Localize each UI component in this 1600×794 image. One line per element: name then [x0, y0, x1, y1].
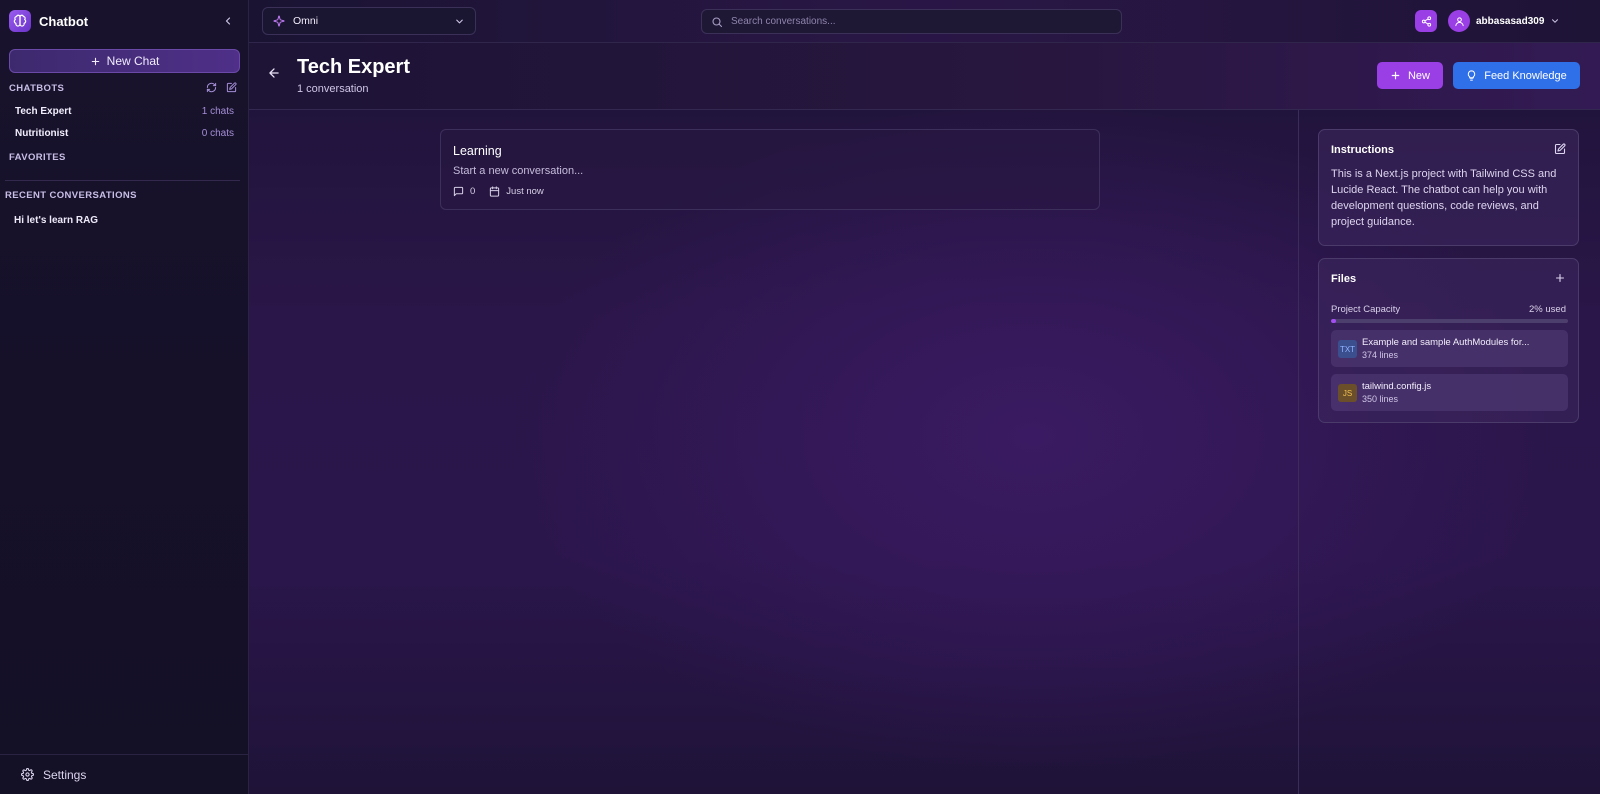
sparkles-icon: [273, 15, 285, 27]
js-file-icon: JS: [1338, 384, 1357, 402]
new-chat-button[interactable]: New Chat: [9, 49, 240, 73]
search-bar: [701, 9, 1122, 34]
feed-knowledge-button[interactable]: Feed Knowledge: [1453, 62, 1580, 89]
message-icon: [453, 186, 464, 197]
new-chat-label: New Chat: [106, 54, 160, 68]
topbar: Omni abbasasad309: [249, 0, 1600, 43]
chatbot-item-tech-expert[interactable]: Tech Expert 1 chats: [9, 102, 240, 120]
sidebar-header: Chatbot: [0, 0, 248, 42]
files-panel: Files Project Capacity 2% used TXT Examp…: [1318, 258, 1579, 423]
sidebar: Chatbot New Chat CHATBOTS Tech Expert 1 …: [0, 0, 249, 794]
model-select[interactable]: Omni: [262, 7, 476, 35]
chatbot-name: Tech Expert: [15, 105, 72, 117]
avatar: [1448, 10, 1470, 32]
instructions-panel: Instructions This is a Next.js project w…: [1318, 129, 1579, 246]
file-name: tailwind.config.js: [1362, 381, 1432, 392]
conversation-card[interactable]: Learning Start a new conversation... 0 J…: [440, 129, 1100, 210]
share-button[interactable]: [1415, 10, 1437, 32]
favorites-section-label: FAVORITES: [9, 152, 66, 163]
capacity-label: Project Capacity: [1331, 304, 1401, 315]
add-file-icon[interactable]: [1554, 272, 1566, 284]
conversation-count: 1 conversation: [297, 83, 369, 95]
plus-icon: [90, 56, 101, 67]
instructions-title: Instructions: [1331, 144, 1394, 156]
new-conversation-button[interactable]: New: [1377, 62, 1443, 89]
chevron-down-icon: [454, 16, 465, 27]
calendar-icon: [489, 186, 500, 197]
conversation-preview: Start a new conversation...: [453, 165, 584, 177]
chatbot-name: Nutritionist: [15, 127, 69, 139]
username: abbasasad309: [1476, 15, 1545, 27]
instructions-text: This is a Next.js project with Tailwind …: [1331, 168, 1557, 228]
edit-instructions-icon[interactable]: [1554, 143, 1566, 155]
file-lines: 374 lines: [1362, 350, 1399, 360]
file-lines: 350 lines: [1362, 394, 1399, 404]
capacity-bar: [1331, 319, 1568, 323]
settings-button[interactable]: Settings: [0, 754, 249, 794]
chatbots-section-label: CHATBOTS: [9, 83, 65, 94]
settings-label: Settings: [43, 767, 87, 782]
feed-knowledge-label: Feed Knowledge: [1484, 69, 1567, 82]
file-item[interactable]: JS tailwind.config.js 350 lines: [1331, 374, 1568, 411]
chevron-down-icon: [1550, 16, 1560, 26]
sidebar-divider: [5, 180, 240, 181]
edit-icon[interactable]: [226, 82, 237, 93]
refresh-icon[interactable]: [206, 82, 217, 93]
user-icon: [1454, 16, 1464, 26]
search-icon: [711, 16, 723, 28]
message-count: 0: [470, 186, 476, 197]
page-header: Tech Expert 1 conversation New Feed Know…: [249, 43, 1600, 110]
recent-conversation-item[interactable]: Hi let's learn RAG: [14, 215, 98, 226]
chatbot-chat-count: 1 chats: [201, 105, 234, 117]
file-item[interactable]: TXT Example and sample AuthModules for..…: [1331, 330, 1568, 367]
share-icon: [1421, 15, 1431, 27]
lightbulb-icon: [1466, 70, 1477, 81]
conversation-time: Just now: [506, 186, 544, 197]
gear-icon: [21, 768, 34, 781]
chatbot-item-nutritionist[interactable]: Nutritionist 0 chats: [9, 124, 240, 142]
recent-section-label: RECENT CONVERSATIONS: [5, 190, 137, 201]
main-area: Omni abbasasad309: [249, 0, 1600, 794]
plus-icon: [1390, 70, 1401, 81]
brain-logo-icon: [9, 10, 31, 32]
collapse-sidebar-button[interactable]: [217, 10, 239, 32]
back-arrow-icon[interactable]: [267, 66, 281, 80]
page-title: Tech Expert: [297, 56, 410, 78]
conversation-title: Learning: [453, 144, 502, 158]
chevron-left-icon: [225, 17, 231, 25]
user-menu[interactable]: abbasasad309: [1448, 10, 1560, 32]
app-title: Chatbot: [39, 13, 89, 29]
files-title: Files: [1331, 273, 1357, 285]
chatbot-chat-count: 0 chats: [201, 127, 234, 139]
txt-file-icon: TXT: [1338, 340, 1357, 358]
new-button-label: New: [1407, 69, 1430, 82]
conversation-meta: 0 Just now: [453, 186, 544, 197]
file-name: Example and sample AuthModules for...: [1362, 337, 1530, 348]
search-input[interactable]: [731, 16, 1112, 27]
model-select-value: Omni: [293, 15, 319, 27]
chatbots-actions: [206, 82, 237, 93]
capacity-value: 2% used: [1529, 304, 1566, 315]
panel-divider: [1298, 110, 1299, 794]
capacity-bar-fill: [1331, 319, 1336, 323]
